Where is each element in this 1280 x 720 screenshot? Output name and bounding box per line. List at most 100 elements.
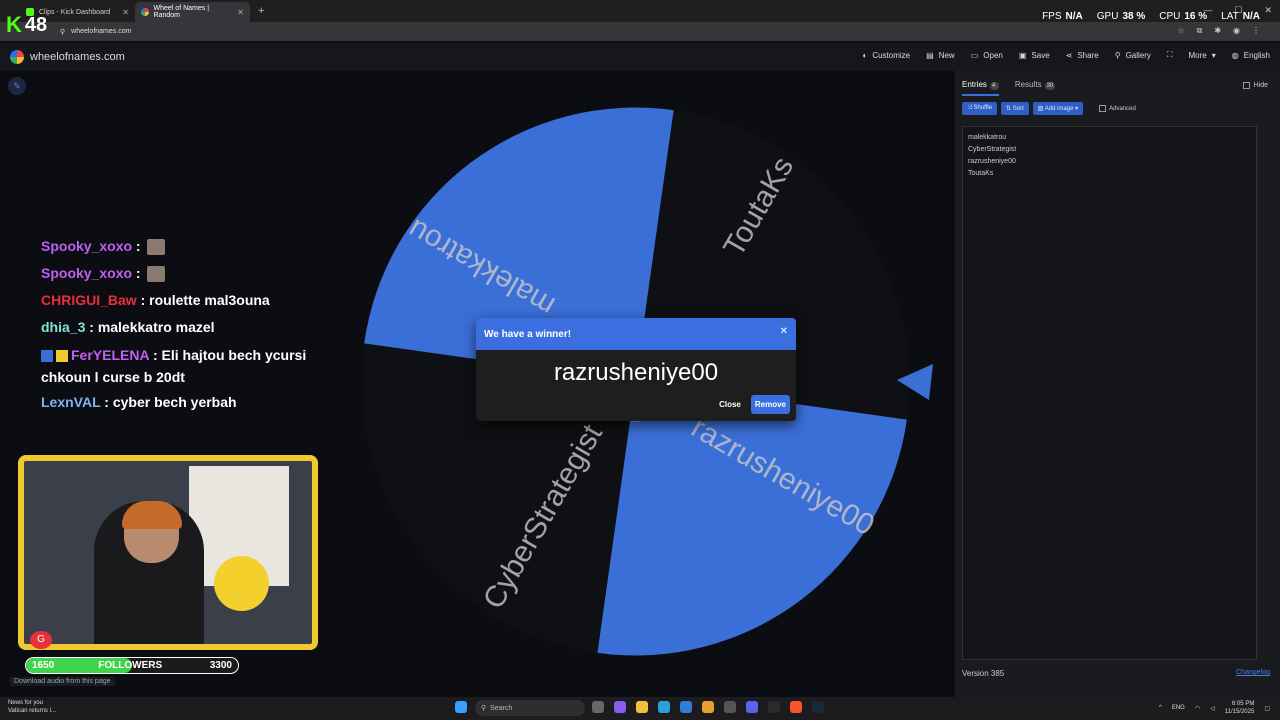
file-explorer-icon[interactable] (636, 701, 648, 713)
save-button[interactable]: ▣ Save (1019, 50, 1050, 60)
language-button[interactable]: ◍ English (1232, 50, 1270, 60)
streamer-logo-icon: G (30, 631, 52, 649)
site-info-icon[interactable]: ⚲ (60, 28, 65, 36)
tray-chevron-icon[interactable]: ^ (1159, 705, 1162, 711)
share-button[interactable]: ⋖ Share (1066, 50, 1099, 60)
system-tray: ^ ENG ◠ ◁ 6:05 PM 11/15/2025 ▢ (1159, 700, 1270, 716)
edit-pencil-icon[interactable]: ✎ (8, 77, 26, 95)
beanie (122, 501, 182, 529)
chat-message: Spooky_xoxo : (41, 260, 341, 287)
checkbox-icon (1242, 82, 1250, 89)
taskbar-pinned (592, 701, 824, 713)
bookmark-star-icon[interactable]: ☆ (1177, 26, 1184, 36)
winner-dialog: We have a winner! ✕ razrusheniye00 Close… (476, 318, 796, 421)
url-field[interactable]: ⚲ wheelofnames.com (60, 28, 131, 36)
share-icon: ⋖ (1065, 50, 1073, 60)
wheel-pointer-icon (897, 364, 933, 400)
close-window-icon[interactable]: ✕ (1264, 5, 1272, 16)
entries-toolbar: ⤨ Shuffle ⇅ Sort ▨ Add image ▾ Advanced (962, 102, 1136, 115)
moderator-badge-icon (41, 350, 53, 363)
chat-message: Spooky_xoxo : (41, 233, 341, 260)
app-icon[interactable] (724, 701, 736, 713)
tab-wheel-of-names[interactable]: Wheel of Names | Random ✕ (135, 2, 250, 22)
kick-logo-icon: K (6, 12, 22, 37)
download-audio-link[interactable]: Download audio from this page (10, 677, 115, 686)
entry-line: ToutaKs (968, 170, 994, 177)
customize-button[interactable]: ◐ Customize (862, 50, 910, 60)
globe-icon: ◍ (1231, 50, 1239, 60)
top-menu: ◐ Customize ▤ New ▭ Open ▣ Save ⋖ Share ⚲ Gall… (862, 50, 1270, 60)
entry-line: CyberStrategist (968, 146, 1017, 153)
volume-icon[interactable]: ◁ (1210, 705, 1215, 712)
search-icon: ⚲ (481, 705, 487, 712)
fullscreen-button[interactable]: ⛶ (1167, 50, 1173, 60)
entries-textarea[interactable]: malekkatrou CyberStrategist razrusheniye… (962, 126, 1257, 660)
app-header: wheelofnames.com ◐ Customize ▤ New ▭ Open ▣… (0, 43, 1280, 71)
site-logo[interactable]: wheelofnames.com (10, 50, 125, 64)
add-image-button[interactable]: ▨ Add image ▾ (1032, 102, 1084, 115)
clock[interactable]: 6:05 PM 11/15/2025 (1225, 700, 1255, 716)
sort-button[interactable]: ⇅ Sort (1001, 102, 1029, 115)
taskbar-apps (455, 701, 467, 713)
edge-icon[interactable] (658, 701, 670, 713)
notifications-icon[interactable]: ▢ (1264, 705, 1270, 712)
panel-tabs: Entries 4 Results 30 (962, 80, 1056, 96)
kebab-menu-icon[interactable]: ⋮ (1252, 26, 1260, 36)
tab-entries[interactable]: Entries 4 (962, 80, 999, 96)
chrome-icon[interactable] (702, 701, 714, 713)
chat-message: LexnVAL : cyber bech yerbah (41, 394, 237, 410)
perf-cpu: CPU 16 % (1159, 11, 1208, 22)
profile-icon[interactable]: ◉ (1233, 26, 1240, 36)
perf-fps: FPS N/A (1042, 11, 1083, 22)
site-name: wheelofnames.com (30, 51, 125, 63)
taskbar-search[interactable]: ⚲ Search (475, 700, 585, 716)
vip-badge-icon (56, 350, 68, 363)
address-bar: ⚲ wheelofnames.com ☆ ⧉ ✱ ◉ ⋮ (0, 22, 1280, 41)
close-tab-icon[interactable]: ✕ (122, 8, 129, 17)
gallery-button[interactable]: ⚲ Gallery (1115, 50, 1151, 60)
save-icon: ▣ (1018, 50, 1027, 60)
wifi-icon[interactable]: ◠ (1195, 705, 1200, 712)
obs-icon[interactable] (768, 701, 780, 713)
url-text: wheelofnames.com (71, 28, 132, 35)
tab-results[interactable]: Results 30 (1015, 80, 1056, 96)
news-title: News for you (8, 700, 44, 706)
close-tab-icon[interactable]: ✕ (237, 8, 244, 17)
lang-indicator[interactable]: ENG (1172, 705, 1185, 711)
new-button[interactable]: ▤ New (926, 50, 955, 60)
entry-line: malekkatrou (968, 134, 1007, 141)
chevron-down-icon: ▾ (1211, 50, 1216, 60)
close-icon[interactable]: ✕ (780, 326, 788, 337)
steam-icon[interactable] (812, 701, 824, 713)
wheel-logo-icon (10, 50, 24, 64)
viewer-count-value: 48 (24, 13, 48, 36)
entry-line: razrusheniye00 (968, 158, 1016, 165)
new-tab-button[interactable]: + (258, 5, 264, 17)
news-widget[interactable]: News for you Vatican returns l... (8, 699, 56, 715)
app-icon[interactable] (614, 701, 626, 713)
news-subtitle: Vatican returns l... (8, 708, 56, 714)
emote-icon (147, 239, 166, 256)
remove-button[interactable]: Remove (750, 395, 790, 414)
brave-icon[interactable] (790, 701, 802, 713)
close-button[interactable]: Close (719, 400, 741, 409)
discord-icon[interactable] (746, 701, 758, 713)
store-icon[interactable] (680, 701, 692, 713)
shuffle-button[interactable]: ⤨ Shuffle (962, 102, 998, 115)
windows-taskbar: News for you Vatican returns l... ⚲ Searc… (0, 697, 1280, 720)
more-button[interactable]: More ▾ (1189, 50, 1216, 60)
extension-icon[interactable]: ⧉ (1197, 26, 1203, 36)
wheel-favicon-icon (141, 8, 149, 16)
task-view-icon[interactable] (592, 701, 604, 713)
chat-message: dhia_3 : malekkatro mazel (41, 319, 215, 335)
palette-icon: ◐ (862, 50, 868, 60)
open-button[interactable]: ▭ Open (971, 50, 1003, 60)
advanced-toggle[interactable]: Advanced (1099, 105, 1136, 112)
chat-message: CHRIGUI_Baw : roulette mal3ouna (41, 292, 270, 308)
followers-label: FOLLOWERS (98, 660, 163, 671)
puzzle-icon[interactable]: ✱ (1214, 26, 1221, 36)
chat-message: FerYELENA : Eli hajtou bech ycursi chkou… (41, 347, 307, 385)
changelog-link[interactable]: Changelog (1236, 669, 1270, 676)
hide-toggle[interactable]: Hide (1242, 82, 1268, 89)
start-icon[interactable] (455, 701, 467, 713)
